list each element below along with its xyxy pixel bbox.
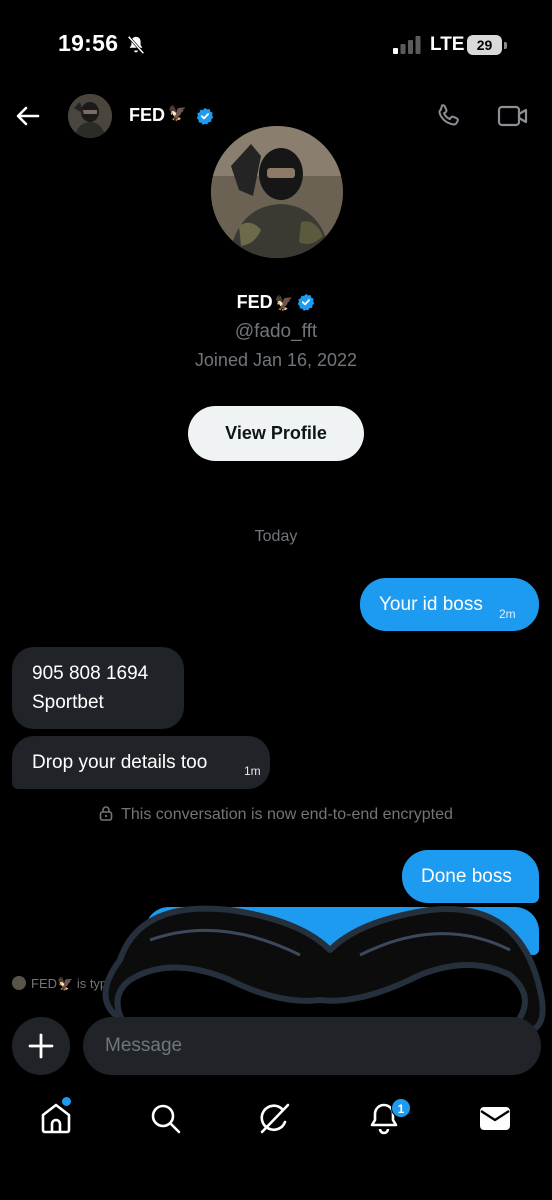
message-time: 2m [499, 607, 516, 621]
profile-photo [211, 126, 343, 258]
message-sent[interactable]: Done boss [402, 850, 539, 903]
eagle-emoji: 🦅 [168, 105, 187, 122]
messages-envelope-icon[interactable] [477, 1100, 513, 1136]
status-bar: 19:56 LTE 29 [0, 0, 552, 90]
typing-name: FED [31, 976, 57, 991]
message-sent[interactable]: Your id boss 2m [360, 578, 539, 631]
message-received[interactable]: 905 808 1694 Sportbet [12, 647, 184, 729]
encryption-notice: This conversation is now end-to-end encr… [0, 805, 552, 824]
bell-off-icon [127, 35, 145, 55]
profile-avatar[interactable] [211, 126, 343, 258]
grok-icon[interactable] [256, 1100, 292, 1136]
plus-icon [28, 1033, 54, 1059]
profile-name: FED [236, 292, 273, 312]
network-label: LTE [430, 34, 465, 55]
message-time: 1m [244, 764, 261, 778]
profile-handle: @fado_fft [234, 321, 318, 342]
message-text: Drop your details too [32, 752, 208, 773]
eagle-emoji: 🦅 [274, 295, 294, 312]
video-camera-icon[interactable] [497, 104, 529, 128]
avatar-photo [68, 94, 112, 138]
message-text: 905 808 1694 [32, 663, 149, 684]
header-avatar[interactable] [68, 94, 112, 138]
verified-badge-icon [298, 293, 315, 311]
signal-icon [393, 36, 421, 54]
add-attachment-button[interactable] [12, 1017, 70, 1075]
back-arrow-icon[interactable] [14, 102, 42, 130]
lock-icon [99, 806, 113, 821]
encryption-text: This conversation is now end-to-end encr… [121, 806, 453, 823]
verified-badge-icon [196, 107, 214, 125]
message-sent-obscured[interactable] [145, 907, 539, 955]
header-name[interactable]: FED [129, 105, 165, 126]
phone-icon[interactable] [434, 102, 462, 130]
battery-tip [504, 42, 507, 49]
message-input[interactable] [83, 1017, 541, 1075]
search-icon[interactable] [147, 1100, 183, 1136]
bottom-nav [0, 1090, 552, 1150]
profile-name-row: FED 🦅 [0, 292, 552, 316]
message-text: Your id boss [379, 594, 483, 615]
battery-level: 29 [467, 35, 502, 55]
typing-avatar [12, 976, 26, 990]
view-profile-button[interactable]: View Profile [188, 406, 364, 461]
day-separator: Today [254, 528, 298, 545]
status-time: 19:56 [58, 30, 119, 56]
profile-joined-date: Joined Jan 16, 2022 [194, 350, 358, 370]
home-new-dot [62, 1097, 71, 1106]
notifications-badge: 1 [391, 1098, 411, 1118]
message-received[interactable]: Drop your details too 1m [12, 736, 270, 789]
message-text: Done boss [421, 866, 512, 887]
eagle-emoji: 🦅 [57, 976, 74, 991]
message-text: Sportbet [32, 692, 104, 713]
typing-text: is typ [76, 976, 108, 991]
typing-indicator: FED🦅 is typ [12, 976, 107, 992]
battery-icon: 29 [467, 35, 507, 55]
